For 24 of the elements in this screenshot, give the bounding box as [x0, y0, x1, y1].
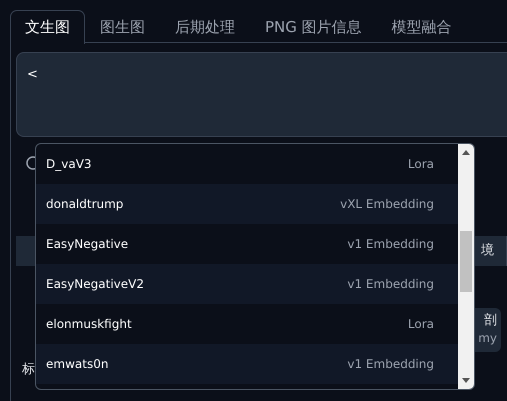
suggestion-item[interactable]: EasyNegative v1 Embedding: [36, 224, 458, 264]
suggestion-item[interactable]: elonmuskfight Lora: [36, 304, 458, 344]
tab[interactable]: 图生图: [85, 10, 160, 43]
suggestion-item[interactable]: D_vaV3 Lora: [36, 144, 458, 184]
section-label: 标: [22, 361, 35, 379]
tab[interactable]: 文生图: [10, 10, 85, 44]
up-arrow-icon[interactable]: [462, 149, 470, 155]
scrollbar[interactable]: [458, 144, 474, 389]
suggestion-type: vXL Embedding: [340, 196, 434, 213]
tab[interactable]: PNG 图片信息: [250, 10, 377, 43]
down-arrow-icon[interactable]: [462, 378, 470, 384]
suggestion-type: v1 Embedding: [347, 276, 434, 293]
tab-label: 境: [481, 242, 494, 260]
suggestion-item[interactable]: EasyNegativeV2 v1 Embedding: [36, 264, 458, 304]
tab[interactable]: 模型融合: [376, 10, 467, 43]
suggestion-type: v1 Embedding: [347, 356, 434, 373]
prompt-field[interactable]: <: [16, 52, 507, 137]
tab[interactable]: 后期处理: [160, 10, 250, 43]
scrollbar-thumb[interactable]: [460, 231, 472, 292]
suggestion-type: Lora: [408, 156, 434, 173]
suggestion-item[interactable]: donaldtrump vXL Embedding: [36, 184, 458, 224]
suggestion-type: v1 Embedding: [347, 236, 434, 253]
suggestion-item[interactable]: emwats0n v1 Embedding: [36, 344, 458, 384]
suggestion-type: Lora: [408, 316, 434, 333]
